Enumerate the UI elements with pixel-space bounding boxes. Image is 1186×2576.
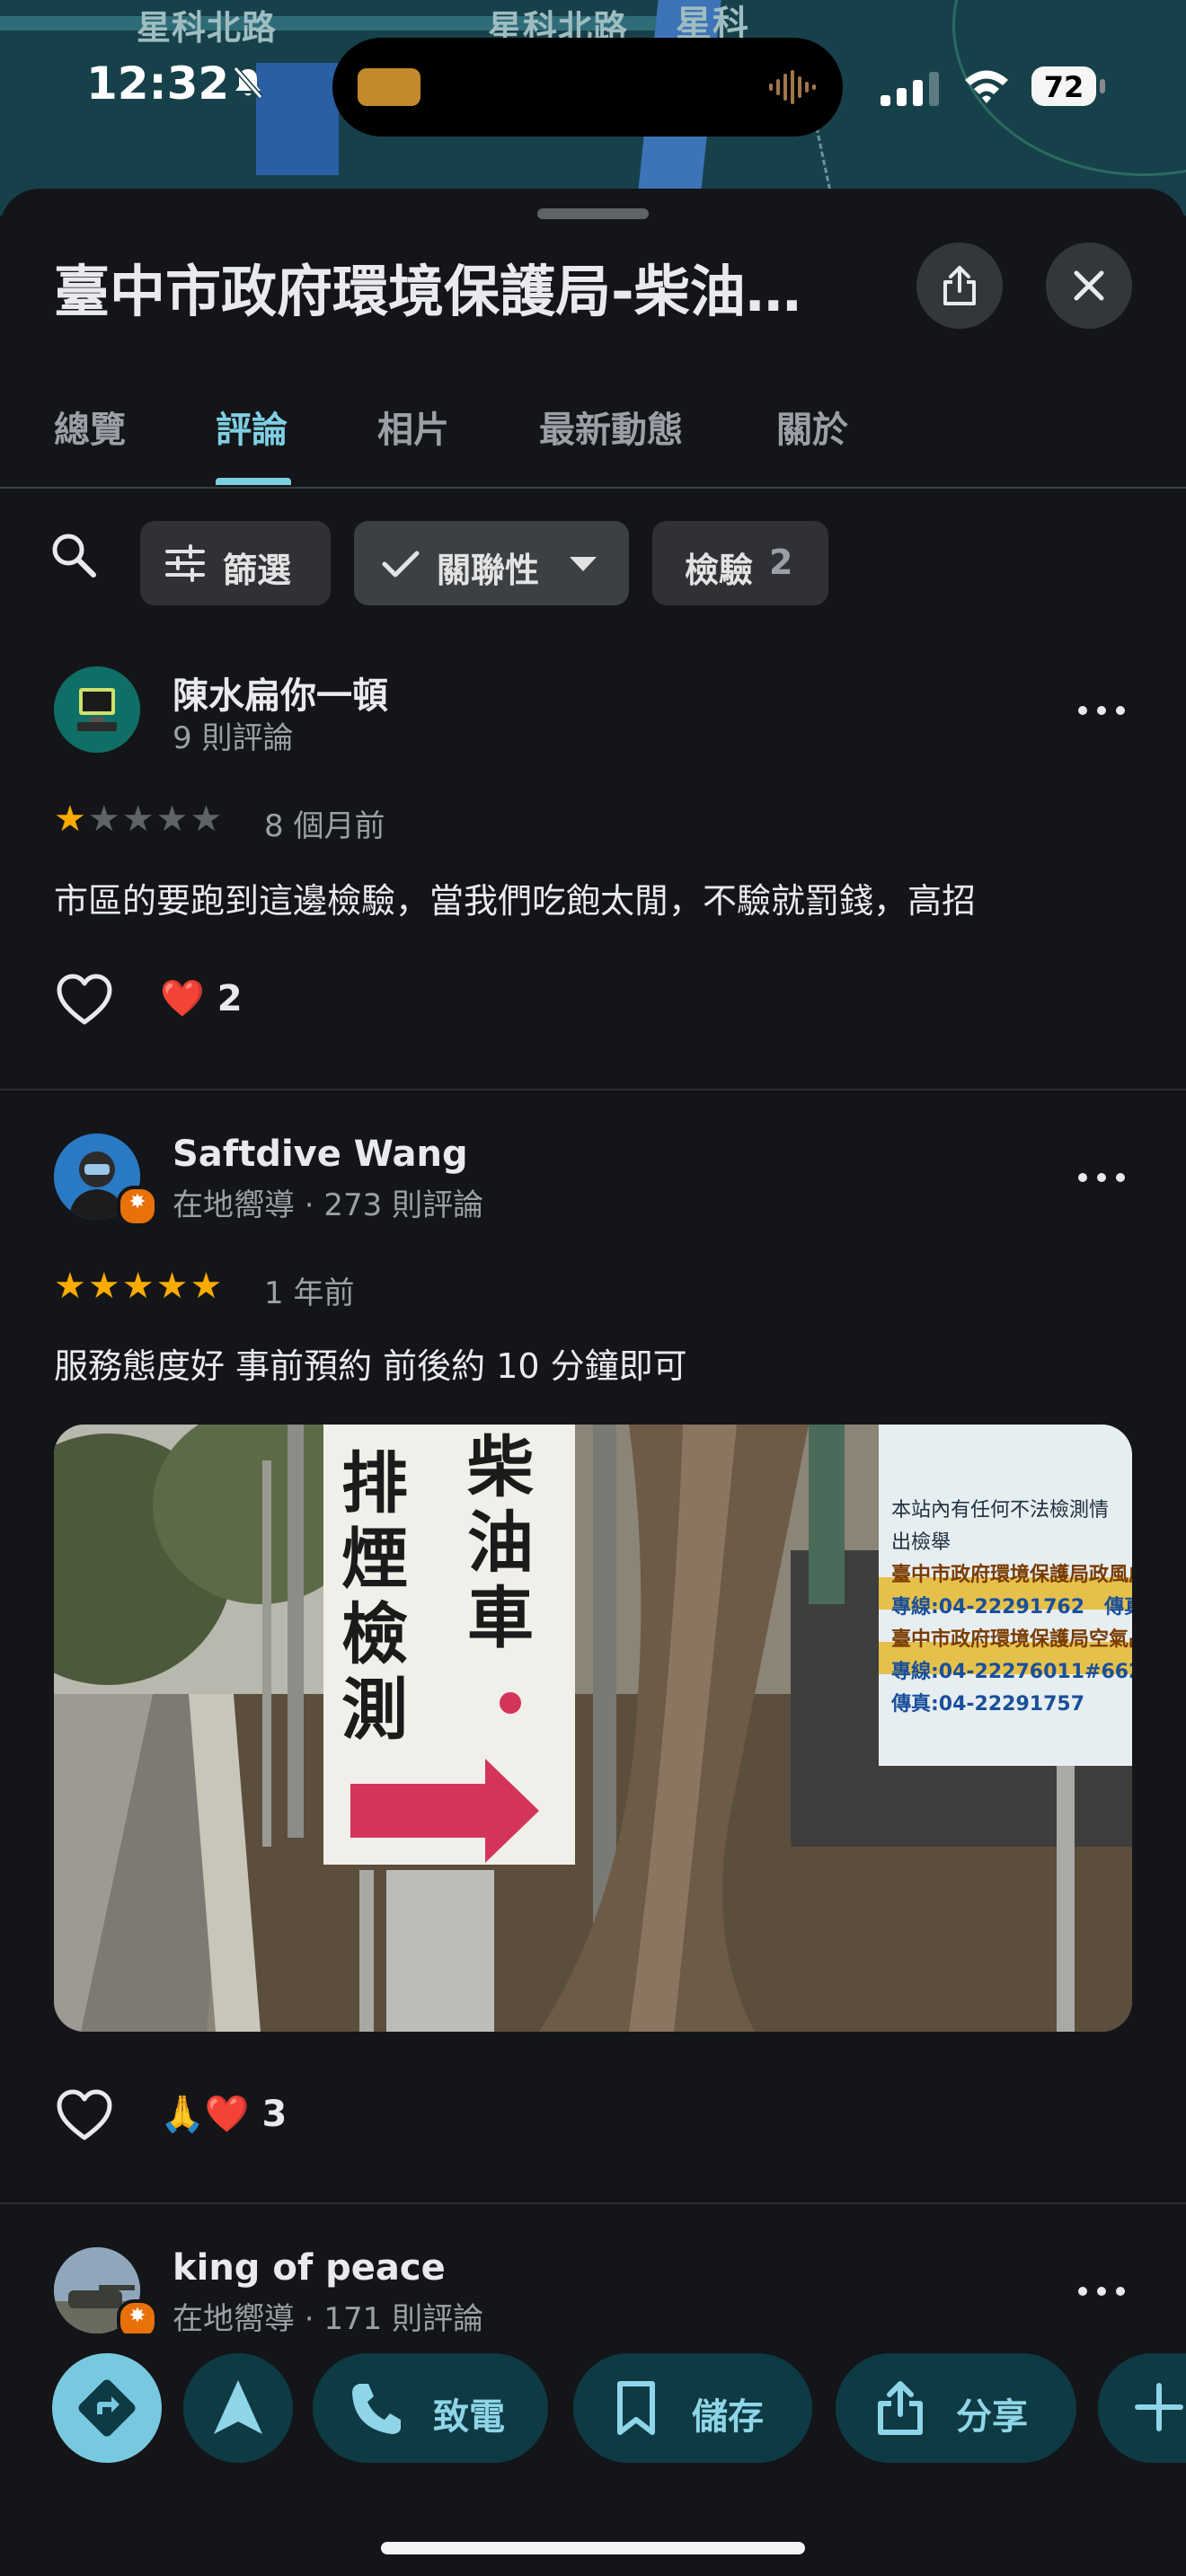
review-text: 市區的要跑到這邊檢驗，當我們吃飽太閒，不驗就罰錢，高招 bbox=[54, 881, 977, 921]
reaction-count: 3 bbox=[261, 2094, 288, 2135]
now-playing-app-icon bbox=[358, 68, 420, 106]
share-label: 分享 bbox=[956, 2396, 1028, 2438]
reviewer-meta: 9 則評論 bbox=[173, 720, 294, 756]
board-line: 專線:04-22276011#66240 bbox=[891, 1661, 1132, 1683]
call-button[interactable]: 致電 bbox=[313, 2353, 548, 2463]
topic-chip-label: 檢驗 bbox=[685, 551, 754, 590]
review-date: 8 個月前 bbox=[264, 808, 385, 844]
share-icon bbox=[878, 2381, 923, 2435]
status-time: 12:32 bbox=[86, 57, 230, 110]
start-navigation-button[interactable] bbox=[183, 2353, 293, 2463]
close-button[interactable] bbox=[1046, 243, 1132, 329]
board-line: 出檢舉 bbox=[891, 1531, 951, 1554]
caret-down-icon bbox=[570, 557, 597, 571]
action-bar: 致電 儲存 分享 bbox=[0, 2333, 1186, 2576]
directions-button[interactable] bbox=[52, 2353, 162, 2463]
sign-text-left: 排煙檢測 bbox=[341, 1445, 408, 1749]
dynamic-island[interactable] bbox=[332, 38, 843, 137]
like-heart-icon[interactable] bbox=[56, 2089, 113, 2143]
board-line: 臺中市政府環境保護局政風處 bbox=[891, 1564, 1132, 1586]
active-tab-indicator bbox=[216, 478, 291, 485]
bookmark-icon bbox=[617, 2381, 655, 2435]
tab-bar: 總覽 評論 相片 最新動態 關於 bbox=[0, 388, 1186, 489]
battery-level: 72 bbox=[1043, 70, 1084, 104]
share-icon bbox=[943, 266, 976, 305]
board-line: 專線:04-22291762 傳真: bbox=[891, 1596, 1132, 1619]
review-photo[interactable]: 排煙檢測 柴油車 本站內有任何不法檢測情 出檢舉 臺中市政府環境保護局政風處 專… bbox=[54, 1425, 1132, 2032]
plus-icon bbox=[1135, 2383, 1183, 2431]
topic-chip[interactable]: 檢驗 2 bbox=[652, 521, 828, 605]
review-filter-bar: 篩選 關聯性 檢驗 2 bbox=[0, 508, 1186, 605]
reaction-emoji: 🙏❤️ bbox=[160, 2094, 250, 2135]
topic-chip-count: 2 bbox=[769, 543, 793, 582]
home-indicator[interactable] bbox=[381, 2542, 805, 2554]
star-rating: ★★★★★ bbox=[54, 798, 223, 840]
tab-about[interactable]: 關於 bbox=[776, 401, 848, 453]
board-line: 本站內有任何不法檢測情 bbox=[891, 1499, 1110, 1522]
review-more-button[interactable] bbox=[1075, 683, 1128, 737]
battery-indicator: 72 bbox=[1031, 66, 1105, 106]
review-more-button[interactable] bbox=[1075, 1150, 1128, 1204]
divider bbox=[0, 1089, 1186, 1090]
share-button[interactable] bbox=[916, 243, 1003, 329]
save-button[interactable]: 儲存 bbox=[573, 2353, 812, 2463]
avatar-computer-image bbox=[54, 666, 140, 753]
tab-updates[interactable]: 最新動態 bbox=[539, 401, 683, 453]
sort-relevance-chip[interactable]: 關聯性 bbox=[354, 521, 629, 605]
review-date: 1 年前 bbox=[264, 1275, 355, 1311]
board-line: 臺中市政府環境保護局空氣品質 bbox=[891, 1628, 1132, 1651]
close-icon bbox=[1074, 270, 1104, 301]
sheet-grabber[interactable] bbox=[537, 208, 649, 219]
search-reviews-icon[interactable] bbox=[49, 530, 99, 580]
audio-wave-icon bbox=[769, 70, 816, 104]
review-text: 服務態度好 事前預約 前後約 10 分鐘即可 bbox=[54, 1346, 687, 1386]
reaction-emoji: ❤️ bbox=[160, 978, 205, 1019]
share-place-button[interactable]: 分享 bbox=[836, 2353, 1076, 2463]
sort-label: 關聯性 bbox=[437, 551, 540, 590]
silent-bell-icon bbox=[233, 66, 263, 99]
board-line: 傳真:04-22291757 bbox=[891, 1693, 1085, 1716]
cellular-signal-icon bbox=[881, 72, 939, 106]
reviewer-name[interactable]: Saftdive Wang bbox=[173, 1134, 468, 1175]
reaction-summary[interactable]: ❤️ 2 bbox=[160, 977, 243, 1019]
divider bbox=[0, 2202, 1186, 2204]
filter-sliders-icon bbox=[165, 544, 205, 582]
check-icon bbox=[382, 551, 420, 578]
tab-reviews[interactable]: 評論 bbox=[216, 401, 288, 453]
reviewer-meta: 在地嚮導 · 171 則評論 bbox=[173, 2301, 484, 2337]
filter-label: 篩選 bbox=[223, 551, 292, 590]
reviewer-name[interactable]: 陳水扁你一頓 bbox=[173, 666, 388, 719]
review-more-button[interactable] bbox=[1075, 2263, 1128, 2317]
save-label: 儲存 bbox=[692, 2396, 764, 2438]
local-guide-badge bbox=[117, 1186, 158, 1227]
reaction-count: 2 bbox=[217, 978, 243, 1019]
info-board: 本站內有任何不法檢測情 出檢舉 臺中市政府環境保護局政風處 專線:04-2229… bbox=[891, 1495, 1132, 1721]
star-rating: ★★★★★ bbox=[54, 1266, 223, 1307]
tab-overview[interactable]: 總覽 bbox=[54, 401, 126, 453]
directions-icon bbox=[78, 2379, 136, 2437]
call-label: 致電 bbox=[433, 2396, 505, 2438]
status-bar: 12:32 72 bbox=[0, 0, 1186, 171]
reviewer-meta: 在地嚮導 · 273 則評論 bbox=[173, 1187, 484, 1223]
wifi-icon bbox=[965, 70, 1008, 103]
like-heart-icon[interactable] bbox=[56, 974, 113, 1028]
navigation-arrow-icon bbox=[214, 2380, 262, 2434]
reviewer-name[interactable]: king of peace bbox=[173, 2247, 446, 2289]
avatar[interactable] bbox=[54, 666, 140, 753]
tab-photos[interactable]: 相片 bbox=[377, 401, 449, 453]
reaction-summary[interactable]: 🙏❤️ 3 bbox=[160, 2093, 287, 2135]
more-actions-button[interactable] bbox=[1098, 2353, 1186, 2463]
battery-nub bbox=[1100, 79, 1105, 93]
place-title: 臺中市政府環境保護局-柴油… bbox=[54, 259, 801, 324]
filter-chip[interactable]: 篩選 bbox=[140, 521, 331, 605]
sign-text-right: 柴油車 bbox=[467, 1429, 534, 1657]
phone-icon bbox=[352, 2384, 401, 2434]
